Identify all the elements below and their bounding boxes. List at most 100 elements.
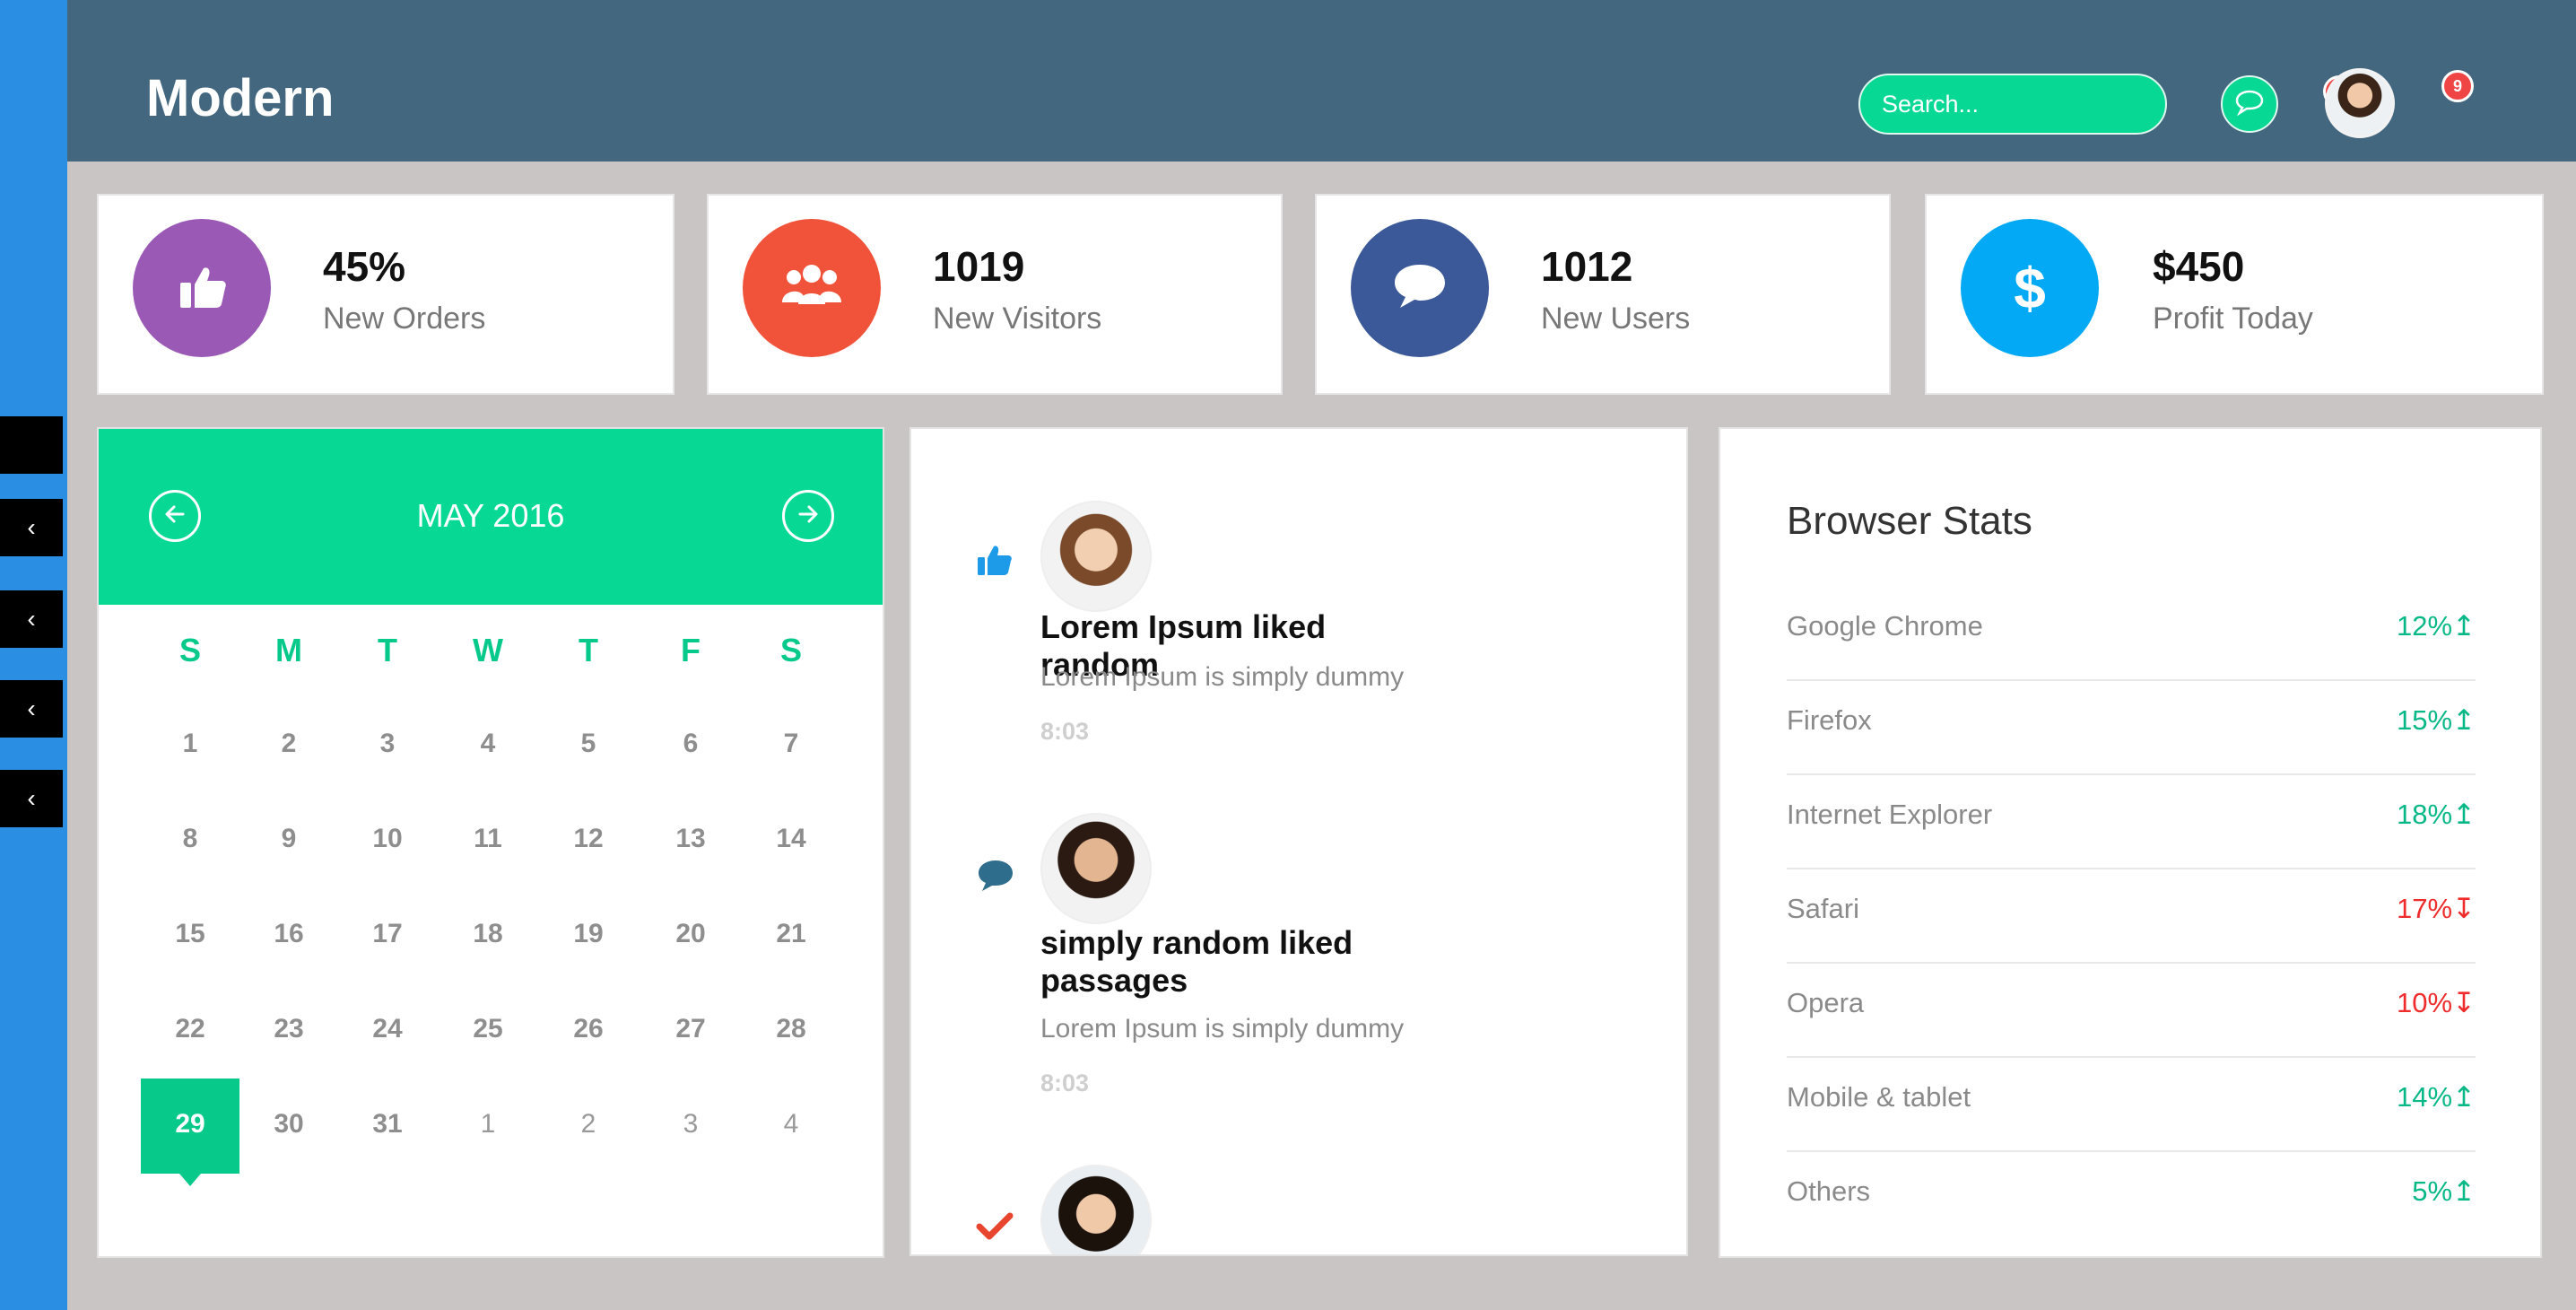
activity-title: simply random liked passages	[1040, 924, 1353, 999]
stat-label-visitors: New Visitors	[933, 301, 1102, 336]
calendar-day[interactable]: 13	[641, 824, 740, 854]
calendar-day[interactable]: 5	[539, 729, 638, 759]
trend-up-icon: ↥	[2452, 799, 2476, 830]
browser-value: 15%	[2396, 704, 2453, 736]
calendar-day[interactable]: 8	[141, 824, 239, 854]
browser-stats-panel: Browser Stats Google Chrome 12%↥ Firefox…	[1719, 427, 2542, 1258]
stat-circle-orders	[133, 219, 271, 357]
browser-stats-title: Browser Stats	[1787, 499, 2032, 543]
top-header: Modern	[67, 0, 2576, 162]
activity-avatar[interactable]	[1040, 1165, 1152, 1254]
activity-avatar[interactable]	[1040, 501, 1152, 612]
stat-card-users: 1012 New Users	[1315, 194, 1891, 395]
browser-stat-row: Opera 10%↧	[1787, 964, 2476, 1058]
browser-name: Safari	[1787, 893, 1859, 924]
sidebar-tab-2[interactable]: ‹	[0, 590, 63, 648]
profile-badge: 9	[2441, 70, 2474, 102]
calendar-day[interactable]: 24	[338, 1014, 437, 1044]
weekday-label: F	[681, 632, 701, 668]
calendar-day[interactable]: 25	[439, 1014, 537, 1044]
stat-card-visitors: 1019 New Visitors	[707, 194, 1283, 395]
search-input[interactable]	[1858, 74, 2167, 135]
sidebar-tab-4[interactable]: ‹	[0, 770, 63, 827]
app-title: Modern	[146, 69, 335, 127]
dollar-icon: $	[2014, 256, 2046, 320]
browser-value-up: 14%↥	[2397, 1081, 2476, 1114]
calendar-day[interactable]: 3	[338, 729, 437, 759]
calendar-day[interactable]: 20	[641, 919, 740, 949]
profile-avatar[interactable]	[2325, 68, 2395, 138]
browser-value: 10%	[2396, 987, 2453, 1018]
activity-time: 8:03	[1040, 1070, 1090, 1096]
browser-name: Opera	[1787, 987, 1865, 1018]
browser-name: Firefox	[1787, 704, 1872, 736]
sidebar-tab-3[interactable]: ‹	[0, 680, 63, 738]
calendar-day[interactable]: 7	[742, 729, 840, 759]
activity-text: Lorem Ipsum is simply dummy	[1040, 662, 1405, 692]
calendar-day[interactable]: 6	[641, 729, 740, 759]
calendar-day[interactable]: 26	[539, 1014, 638, 1044]
trend-down-icon: ↧	[2452, 893, 2476, 924]
browser-value-down: 17%↧	[2397, 893, 2476, 925]
calendar-header: MAY 2016	[99, 429, 883, 605]
thumbs-up-icon	[175, 259, 229, 318]
messages-button[interactable]	[2221, 75, 2278, 133]
calendar-day[interactable]: 18	[439, 919, 537, 949]
browser-name: Mobile & tablet	[1787, 1081, 1971, 1113]
browser-stat-row: Others 5%↥	[1787, 1152, 2476, 1246]
trend-up-icon: ↥	[2452, 610, 2476, 642]
weekday-label: T	[378, 632, 397, 668]
stat-label-users: New Users	[1541, 301, 1691, 336]
browser-value-up: 12%↥	[2397, 610, 2476, 642]
thumbs-up-icon	[976, 542, 1014, 582]
calendar-day[interactable]: 15	[141, 919, 239, 949]
calendar-day-next-month[interactable]: 3	[641, 1109, 740, 1140]
calendar-day[interactable]: 17	[338, 919, 437, 949]
stat-card-orders: 45% New Orders	[97, 194, 674, 395]
weekday-label: S	[178, 632, 201, 668]
calendar-day[interactable]: 9	[239, 824, 338, 854]
browser-value-up: 5%↥	[2412, 1175, 2476, 1208]
calendar-day-next-month[interactable]: 4	[742, 1109, 840, 1140]
trend-up-icon: ↥	[2452, 704, 2476, 736]
calendar-panel: MAY 2016 S M T W T F S 1 2 3 4 5 6 7 8 9…	[97, 427, 884, 1258]
calendar-day[interactable]: 14	[742, 824, 840, 854]
browser-value: 12%	[2396, 610, 2453, 642]
calendar-day[interactable]: 19	[539, 919, 638, 949]
calendar-day[interactable]: 11	[439, 824, 537, 854]
chat-bubble-icon	[1391, 261, 1449, 316]
browser-value: 17%	[2396, 893, 2453, 924]
chat-bubble-icon	[976, 858, 1015, 898]
stat-card-profit: $ $450 Profit Today	[1925, 194, 2544, 395]
calendar-month-title: MAY 2016	[416, 497, 565, 534]
chat-bubble-icon	[2234, 89, 2265, 120]
browser-stat-row: Google Chrome 12%↥	[1787, 587, 2476, 681]
calendar-day[interactable]: 28	[742, 1014, 840, 1044]
calendar-day-selected[interactable]: 29	[141, 1079, 239, 1174]
weekday-label: T	[579, 632, 598, 668]
stat-value-profit: $450	[2153, 243, 2245, 290]
browser-value-down: 10%↧	[2397, 987, 2476, 1019]
calendar-day[interactable]: 4	[439, 729, 537, 759]
calendar-day[interactable]: 16	[239, 919, 338, 949]
calendar-day-next-month[interactable]: 2	[539, 1109, 638, 1140]
calendar-day[interactable]: 21	[742, 919, 840, 949]
calendar-day[interactable]: 23	[239, 1014, 338, 1044]
calendar-day[interactable]: 31	[338, 1109, 437, 1140]
calendar-day[interactable]: 22	[141, 1014, 239, 1044]
calendar-day[interactable]: 10	[338, 824, 437, 854]
sidebar-tab-0[interactable]	[0, 416, 63, 474]
check-icon	[976, 1211, 1014, 1246]
calendar-day[interactable]: 1	[141, 729, 239, 759]
stat-circle-visitors	[743, 219, 881, 357]
sidebar-tab-1[interactable]: ‹	[0, 499, 63, 556]
calendar-day[interactable]: 27	[641, 1014, 740, 1044]
calendar-day[interactable]: 30	[239, 1109, 338, 1140]
calendar-day[interactable]: 2	[239, 729, 338, 759]
next-month-button[interactable]	[782, 490, 834, 542]
browser-stat-row: Firefox 15%↥	[1787, 681, 2476, 775]
calendar-day[interactable]: 12	[539, 824, 638, 854]
calendar-day-next-month[interactable]: 1	[439, 1109, 537, 1140]
activity-avatar[interactable]	[1040, 813, 1152, 924]
stat-value-visitors: 1019	[933, 243, 1025, 290]
